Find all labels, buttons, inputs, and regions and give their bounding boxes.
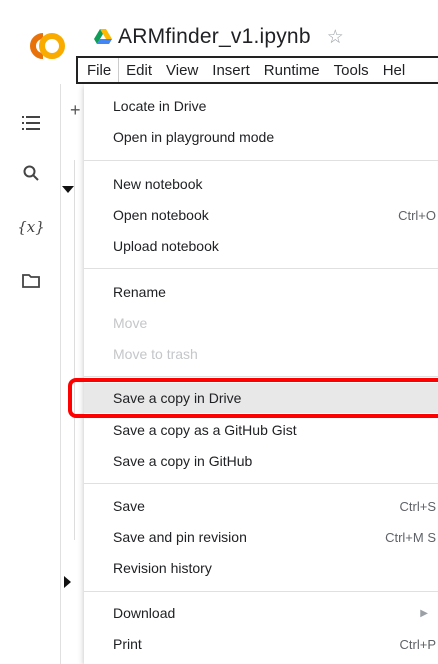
menu-separator [84,268,438,269]
expand-section-icon[interactable] [64,576,71,588]
left-sidebar: {x} [0,84,61,664]
menu-separator [84,483,438,484]
search-icon[interactable] [20,162,42,184]
menu-item-save[interactable]: Save Ctrl+S [84,491,438,521]
shortcut-label: Ctrl+O [398,207,436,223]
menu-item-new-notebook[interactable]: New notebook [84,169,438,199]
table-of-contents-icon[interactable] [20,112,42,134]
menu-runtime[interactable]: Runtime [257,58,327,82]
menu-item-open-notebook[interactable]: Open notebook Ctrl+O [84,200,438,230]
shortcut-label: Ctrl+S [399,498,436,514]
menu-separator [84,591,438,592]
menu-item-move: Move [113,315,148,331]
menu-file[interactable]: File [78,58,120,82]
menu-item-save-copy-in-drive[interactable]: Save a copy in Drive [84,383,438,413]
menu-item-locate-in-drive[interactable]: Locate in Drive [84,91,438,121]
menu-bar: File Edit View Insert Runtime Tools Hel [76,56,438,84]
variables-icon[interactable]: {x} [17,216,45,238]
menu-edit[interactable]: Edit [119,58,159,82]
notebook-title[interactable]: ARMfinder_v1.ipynb [118,25,311,49]
shortcut-label: Ctrl+M S [385,529,436,545]
submenu-arrow-icon: ▶ [420,607,428,619]
menu-view[interactable]: View [159,58,205,82]
menu-item-print[interactable]: Print Ctrl+P [84,629,438,659]
collapse-section-icon[interactable] [62,186,74,193]
folder-icon[interactable] [20,270,42,292]
menu-item-download[interactable]: Download ▶ [84,598,438,628]
menu-separator [84,160,438,161]
google-drive-icon[interactable] [94,29,112,45]
menu-item-open-in-playground[interactable]: Open in playground mode [84,122,438,152]
title-row: ARMfinder_v1.ipynb ☆ [94,22,344,52]
menu-item-save-copy-github-gist[interactable]: Save a copy as a GitHub Gist [84,415,438,445]
menu-separator [84,376,438,377]
shortcut-label: Ctrl+P [399,636,436,652]
star-icon[interactable]: ☆ [327,26,344,49]
cell-divider [74,160,75,540]
menu-tools[interactable]: Tools [327,58,376,82]
menu-item-upload-notebook[interactable]: Upload notebook [84,231,438,261]
menu-item-save-and-pin-revision[interactable]: Save and pin revision Ctrl+M S [84,522,438,552]
menu-help[interactable]: Hel [376,58,413,82]
menu-item-revision-history[interactable]: Revision history [84,553,438,583]
menu-insert[interactable]: Insert [205,58,257,82]
add-cell-icon[interactable]: + [70,100,81,121]
colab-logo[interactable] [22,28,68,64]
menu-item-rename[interactable]: Rename [84,277,438,307]
menu-item-move-to-trash: Move to trash [113,346,198,362]
menu-item-save-copy-github[interactable]: Save a copy in GitHub [84,446,438,476]
file-menu-dropdown: Locate in Drive Open in playground mode … [84,84,438,664]
